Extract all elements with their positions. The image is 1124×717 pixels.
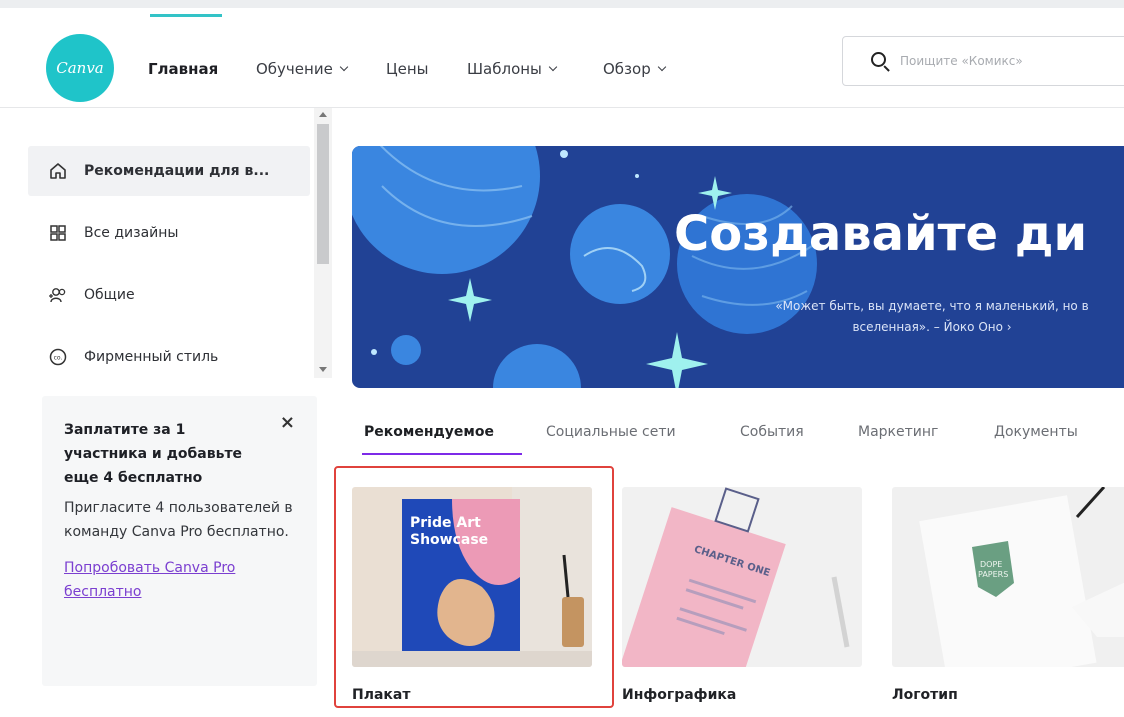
sidebar-item-recommendations[interactable]: Рекомендации для в... xyxy=(28,146,310,196)
tab-social[interactable]: Социальные сети xyxy=(546,424,676,440)
nav-home[interactable]: Главная xyxy=(148,60,218,78)
shared-people-icon xyxy=(48,285,68,305)
nav-learn-label: Обучение xyxy=(256,60,333,78)
sidebar-scrollbar[interactable] xyxy=(314,108,332,378)
chevron-down-icon xyxy=(548,62,558,72)
tab-marketing[interactable]: Маркетинг xyxy=(858,424,938,440)
sidebar-item-brand-kit[interactable]: co. Фирменный стиль xyxy=(28,332,310,382)
sidebar-item-all-designs[interactable]: Все дизайны xyxy=(28,208,310,258)
chevron-down-icon xyxy=(339,62,349,72)
canva-logo[interactable]: Canva xyxy=(46,34,114,102)
nav-learn[interactable]: Обучение xyxy=(256,60,349,78)
space-illustration xyxy=(352,146,817,388)
top-strip xyxy=(0,0,1124,17)
promo-card: Заплатите за 1 участника и добавьте еще … xyxy=(42,396,317,686)
scroll-down-icon[interactable] xyxy=(319,367,327,372)
card-label: Логотип xyxy=(892,687,958,703)
tab-documents[interactable]: Документы xyxy=(994,424,1078,440)
brand-kit-icon: co. xyxy=(48,347,68,367)
search-input[interactable] xyxy=(900,54,1124,68)
banner-quote[interactable]: «Может быть, вы думаете, что я маленький… xyxy=(712,296,1124,338)
close-icon[interactable]: × xyxy=(280,412,295,433)
svg-text:DOPE: DOPE xyxy=(980,560,1002,569)
logo-text: Canva xyxy=(56,59,104,77)
active-tab-underline xyxy=(362,453,522,455)
tab-featured[interactable]: Рекомендуемое xyxy=(364,424,494,440)
nav-home-label: Главная xyxy=(148,60,219,78)
sidebar-item-label: Фирменный стиль xyxy=(84,349,219,365)
search-icon xyxy=(871,52,886,67)
template-card-infographic[interactable]: CHAPTER ONE Инфографика xyxy=(622,487,862,703)
header: Canva Главная Обучение Цены Шаблоны Обзо… xyxy=(0,14,1124,108)
nav-explore-label: Обзор xyxy=(603,60,651,78)
card-label: Инфографика xyxy=(622,687,737,703)
grid-icon xyxy=(48,223,68,243)
banner-title: Создавайте ди xyxy=(674,206,1088,262)
scrollbar-thumb[interactable] xyxy=(317,124,329,264)
nav-pricing[interactable]: Цены xyxy=(386,60,429,78)
nav-explore[interactable]: Обзор xyxy=(603,60,666,78)
search-box[interactable] xyxy=(842,36,1124,86)
sidebar-item-label: Все дизайны xyxy=(84,225,179,241)
sidebar-item-label: Общие xyxy=(84,287,135,303)
selection-highlight xyxy=(334,466,614,708)
scroll-up-icon[interactable] xyxy=(319,112,327,117)
nav-pricing-label: Цены xyxy=(386,60,429,78)
hero-banner: Создавайте ди «Может быть, вы думаете, ч… xyxy=(352,146,1124,388)
tab-events[interactable]: События xyxy=(740,424,804,440)
promo-text: Пригласите 4 пользователей в команду Can… xyxy=(64,500,293,540)
logo-thumbnail[interactable]: DOPE PAPERS xyxy=(892,487,1124,667)
nav-templates-label: Шаблоны xyxy=(467,60,542,78)
svg-text:co.: co. xyxy=(54,355,63,362)
infographic-thumbnail[interactable]: CHAPTER ONE xyxy=(622,487,862,667)
promo-title: Заплатите за 1 участника и добавьте еще … xyxy=(64,422,243,486)
banner-quote-line-2: вселенная». – Йоко Оно › xyxy=(852,320,1012,334)
sidebar: Рекомендации для в... Все дизайны Общие … xyxy=(0,108,332,378)
template-card-logo[interactable]: DOPE PAPERS Логотип xyxy=(892,487,1124,703)
category-tabs: Рекомендуемое Социальные сети События Ма… xyxy=(352,416,1124,460)
sidebar-item-label: Рекомендации для в... xyxy=(84,163,270,179)
nav-templates[interactable]: Шаблоны xyxy=(467,60,558,78)
chevron-down-icon xyxy=(657,62,666,72)
banner-quote-line-1: «Может быть, вы думаете, что я маленький… xyxy=(775,299,1089,313)
svg-text:PAPERS: PAPERS xyxy=(978,570,1008,579)
try-canva-pro-link[interactable]: Попробовать Canva Pro бесплатно xyxy=(64,556,297,604)
sidebar-item-shared[interactable]: Общие xyxy=(28,270,310,320)
home-icon xyxy=(48,161,68,181)
